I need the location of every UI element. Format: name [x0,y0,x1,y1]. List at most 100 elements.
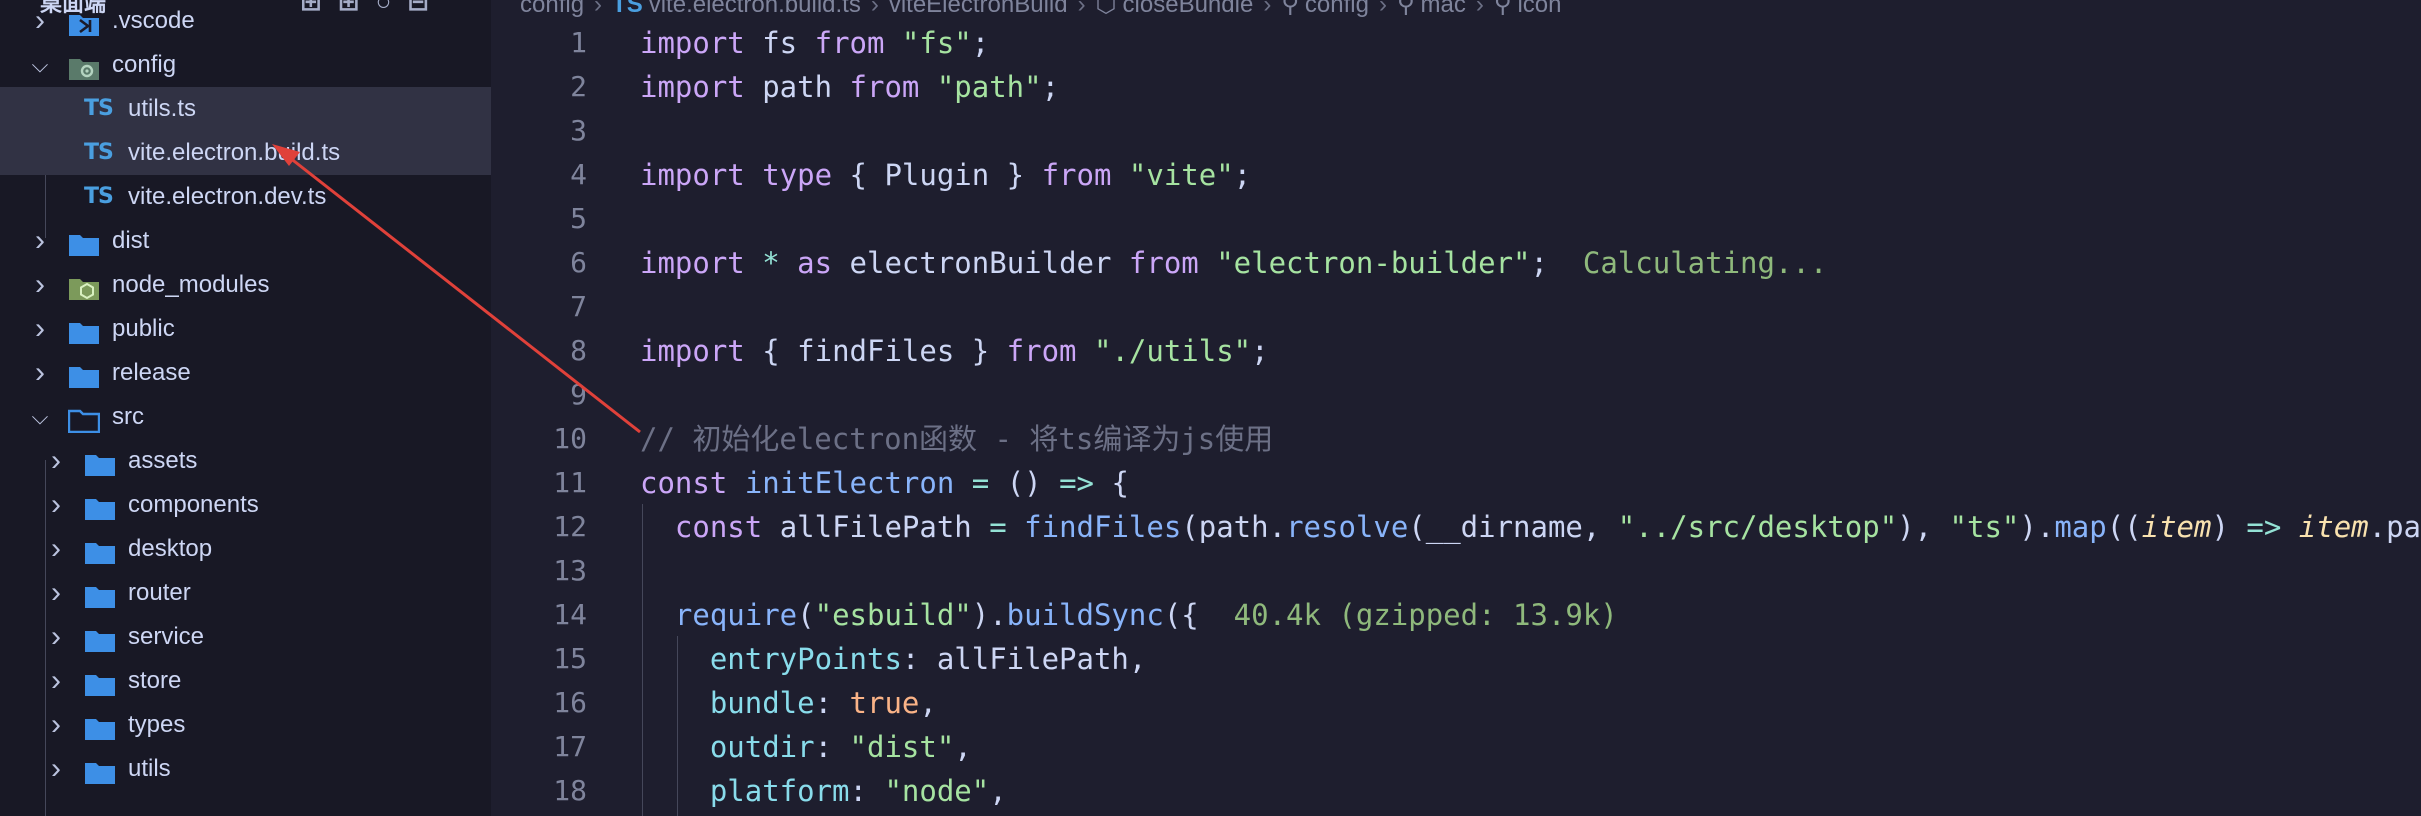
tree-item[interactable]: › store [0,659,491,703]
line-number: 12 [553,510,587,543]
code-line-14[interactable]: require("esbuild").buildSync({ 40.4k (gz… [640,593,1618,637]
line-number: 2 [570,70,587,103]
tree-item-label: public [112,315,175,342]
tree-item-label: router [128,579,191,606]
line-number: 4 [570,158,587,191]
typescript-file-icon: TS [84,184,114,209]
folder-icon [68,52,100,80]
folder-icon [68,316,100,344]
tree-item[interactable]: TS vite.electron.build.ts [0,131,491,175]
folder-icon [84,448,116,476]
code-comment: // 初始化electron函数 - 将ts编译为js使用 [640,422,1274,456]
tree-item-label: utils [128,755,171,782]
folder-icon [84,624,116,652]
tree-item-label: utils.ts [128,95,197,122]
code-line-4[interactable]: import type { Plugin } from "vite"; [640,153,1251,197]
tree-item[interactable]: › components [0,483,491,527]
chevron-right-icon[interactable]: › [30,307,50,351]
chevron-down-icon[interactable]: ⌵ [30,43,50,87]
line-number: 5 [570,202,587,235]
tree-item[interactable]: › .vscode [0,0,491,43]
line-number: 7 [570,290,587,323]
import-cost-hint: Calculating... [1582,246,1828,280]
line-number: 16 [553,686,587,719]
chevron-right-icon[interactable]: › [30,0,50,43]
folder-icon [84,580,116,608]
line-number: 8 [570,334,587,367]
tree-item-label: vite.electron.build.ts [128,139,341,166]
code-line-2[interactable]: import path from "path"; [640,65,1059,109]
typescript-file-icon: TS [84,96,114,121]
tree-item[interactable]: › release [0,351,491,395]
tree-item[interactable]: › service [0,615,491,659]
folder-icon [84,492,116,520]
code-line-6[interactable]: import * as electronBuilder from "electr… [640,241,1827,285]
chevron-right-icon[interactable]: › [46,703,66,747]
explorer-sidebar: 桌面端 ⊞⊞○⊟ › .vscode ⌵ config TS utils.ts TS vite… [0,0,491,816]
code-line-17[interactable]: outdir: "dist", [640,725,972,769]
line-number: 15 [553,642,587,675]
tree-item-label: .vscode [112,7,195,34]
folder-icon [68,360,100,388]
typescript-file-icon: TS [84,140,114,165]
tree-item-label: release [112,359,191,386]
code-editor[interactable]: 1 2 3 4 5 6 7 8 9 10 11 12 13 14 15 16 17 18 import fs fr… [491,0,2421,816]
code-line-11[interactable]: const initElectron = () => { [640,461,1129,505]
tree-item[interactable]: ⌵ config [0,43,491,87]
tree-item-label: service [128,623,205,650]
chevron-right-icon[interactable]: › [46,747,66,791]
tree-item-label: components [128,491,259,518]
chevron-right-icon[interactable]: › [30,351,50,395]
code-line-8[interactable]: import { findFiles } from "./utils"; [640,329,1269,373]
tree-item[interactable]: › desktop [0,527,491,571]
tree-item[interactable]: ⌵ src [0,395,491,439]
chevron-right-icon[interactable]: › [46,659,66,703]
tree-item[interactable]: › node_modules [0,263,491,307]
code-line-16[interactable]: bundle: true, [640,681,937,725]
chevron-right-icon[interactable]: › [46,615,66,659]
folder-icon [67,404,101,434]
folder-icon [84,756,116,784]
tree-item[interactable]: › public [0,307,491,351]
folder-icon [68,272,100,300]
line-number: 17 [553,730,587,763]
folder-icon [68,8,100,36]
tree-item[interactable]: › utils [0,747,491,791]
tree-item[interactable]: › types [0,703,491,747]
code-line-18[interactable]: platform: "node", [640,769,1007,813]
chevron-right-icon[interactable]: › [30,219,50,263]
line-number: 9 [570,378,587,411]
line-number: 10 [553,422,587,455]
line-number: 14 [553,598,587,631]
line-number: 6 [570,246,587,279]
tree-item-label: node_modules [112,271,270,298]
code-line-12[interactable]: const allFilePath = findFiles(path.resol… [640,505,2421,549]
folder-icon [84,536,116,564]
folder-icon [84,668,116,696]
code-line-10[interactable]: // 初始化electron函数 - 将ts编译为js使用 [640,417,1273,461]
chevron-right-icon[interactable]: › [46,571,66,615]
tree-item[interactable]: TS utils.ts [0,87,491,131]
code-line-1[interactable]: import fs from "fs"; [640,21,989,65]
folder-icon [84,712,116,740]
tree-item[interactable]: › assets [0,439,491,483]
chevron-right-icon[interactable]: › [30,263,50,307]
chevron-right-icon[interactable]: › [46,483,66,527]
tree-item[interactable]: › router [0,571,491,615]
code-line-15[interactable]: entryPoints: allFilePath, [640,637,1147,681]
import-cost-hint: 40.4k (gzipped: 13.9k) [1233,598,1618,632]
chevron-down-icon[interactable]: ⌵ [30,395,50,439]
tree-item[interactable]: › dist [0,219,491,263]
chevron-right-icon[interactable]: › [46,527,66,571]
tree-item-label: desktop [128,535,213,562]
tree-item[interactable]: TS vite.electron.dev.ts [0,175,491,219]
line-number: 13 [553,554,587,587]
folder-icon [68,228,100,256]
tree-item-label: dist [112,227,150,254]
tree-item-label: config [112,51,177,78]
line-number: 1 [570,26,587,59]
chevron-right-icon[interactable]: › [46,439,66,483]
tree-item-label: assets [128,447,198,474]
tree-item-label: types [128,711,186,738]
line-number: 3 [570,114,587,147]
